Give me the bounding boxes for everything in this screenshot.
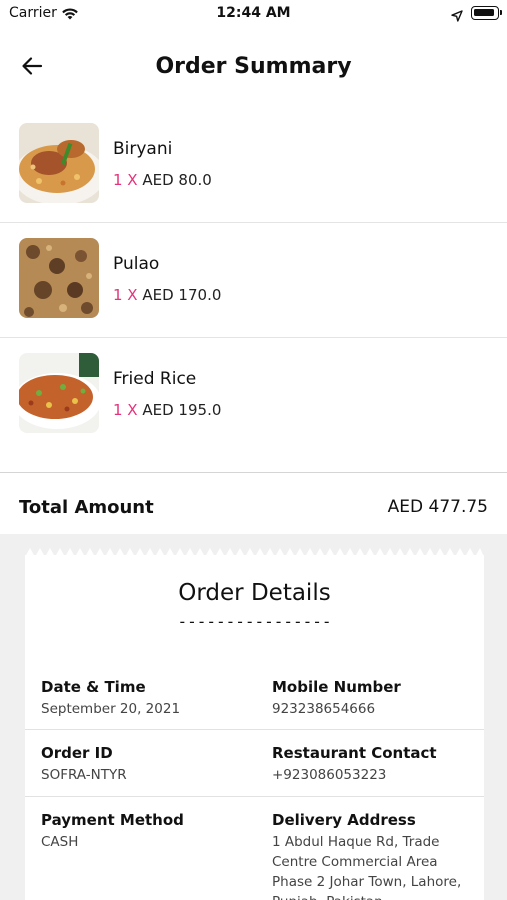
total-label: Total Amount	[19, 497, 154, 518]
total-value: AED 477.75	[387, 497, 488, 517]
order-item: Fried Rice 1 X AED 195.0	[0, 338, 507, 453]
item-name: Biryani	[113, 139, 173, 159]
item-quantity: 1 X	[113, 171, 138, 189]
clock-time: 12:44 AM	[216, 5, 291, 21]
detail-value: SOFRA-NTYR	[41, 767, 127, 783]
order-item: Biryani 1 X AED 80.0	[0, 108, 507, 223]
detail-label: Order ID	[41, 744, 113, 762]
mobile-number-field: Mobile Number 923238654666	[272, 678, 477, 719]
order-details-title: Order Details	[178, 580, 331, 606]
date-time-field: Date & Time September 20, 2021	[41, 678, 261, 719]
detail-label: Mobile Number	[272, 678, 401, 696]
detail-label: Delivery Address	[272, 811, 416, 829]
pulao-photo	[19, 238, 99, 318]
biryani-photo	[19, 123, 99, 203]
order-items-list: Biryani 1 X AED 80.0 Pulao 1 X AED 170.0…	[0, 108, 507, 453]
total-amount-row: Total Amount AED 477.75	[0, 472, 507, 534]
item-price-line: 1 X AED 80.0	[113, 171, 212, 189]
battery-icon	[471, 6, 502, 20]
receipt-zigzag-edge	[25, 548, 484, 557]
item-quantity: 1 X	[113, 401, 138, 419]
item-name: Fried Rice	[113, 369, 197, 389]
status-bar: Carrier 12:44 AM	[0, 0, 507, 30]
detail-row: Order ID SOFRA-NTYR Restaurant Contact +…	[25, 730, 484, 797]
item-quantity: 1 X	[113, 286, 138, 304]
detail-label: Date & Time	[41, 678, 146, 696]
item-price: AED 80.0	[142, 171, 212, 189]
detail-value: September 20, 2021	[41, 701, 181, 717]
detail-value: 1 Abdul Haque Rd, Trade Centre Commercia…	[272, 834, 462, 900]
item-name: Pulao	[113, 254, 160, 274]
location-arrow-icon	[451, 7, 463, 26]
detail-row: Date & Time September 20, 2021 Mobile Nu…	[25, 670, 484, 730]
order-item: Pulao 1 X AED 170.0	[0, 223, 507, 338]
detail-value: CASH	[41, 834, 79, 850]
detail-row: Payment Method CASH Delivery Address 1 A…	[25, 797, 484, 900]
detail-label: Restaurant Contact	[272, 744, 437, 762]
delivery-address-field: Delivery Address 1 Abdul Haque Rd, Trade…	[272, 811, 477, 900]
title-underline-dashes: ----------------	[177, 612, 332, 631]
restaurant-contact-field: Restaurant Contact +923086053223	[272, 744, 477, 785]
payment-method-field: Payment Method CASH	[41, 811, 261, 852]
item-price: AED 195.0	[142, 401, 222, 419]
detail-label: Payment Method	[41, 811, 184, 829]
item-price-line: 1 X AED 195.0	[113, 401, 221, 419]
detail-value: 923238654666	[272, 701, 376, 717]
order-id-field: Order ID SOFRA-NTYR	[41, 744, 261, 785]
nav-header: Order Summary	[0, 40, 507, 96]
detail-value: +923086053223	[272, 767, 387, 783]
page-title: Order Summary	[155, 54, 352, 79]
item-price: AED 170.0	[142, 286, 222, 304]
item-price-line: 1 X AED 170.0	[113, 286, 221, 304]
fried-rice-photo	[19, 353, 99, 433]
